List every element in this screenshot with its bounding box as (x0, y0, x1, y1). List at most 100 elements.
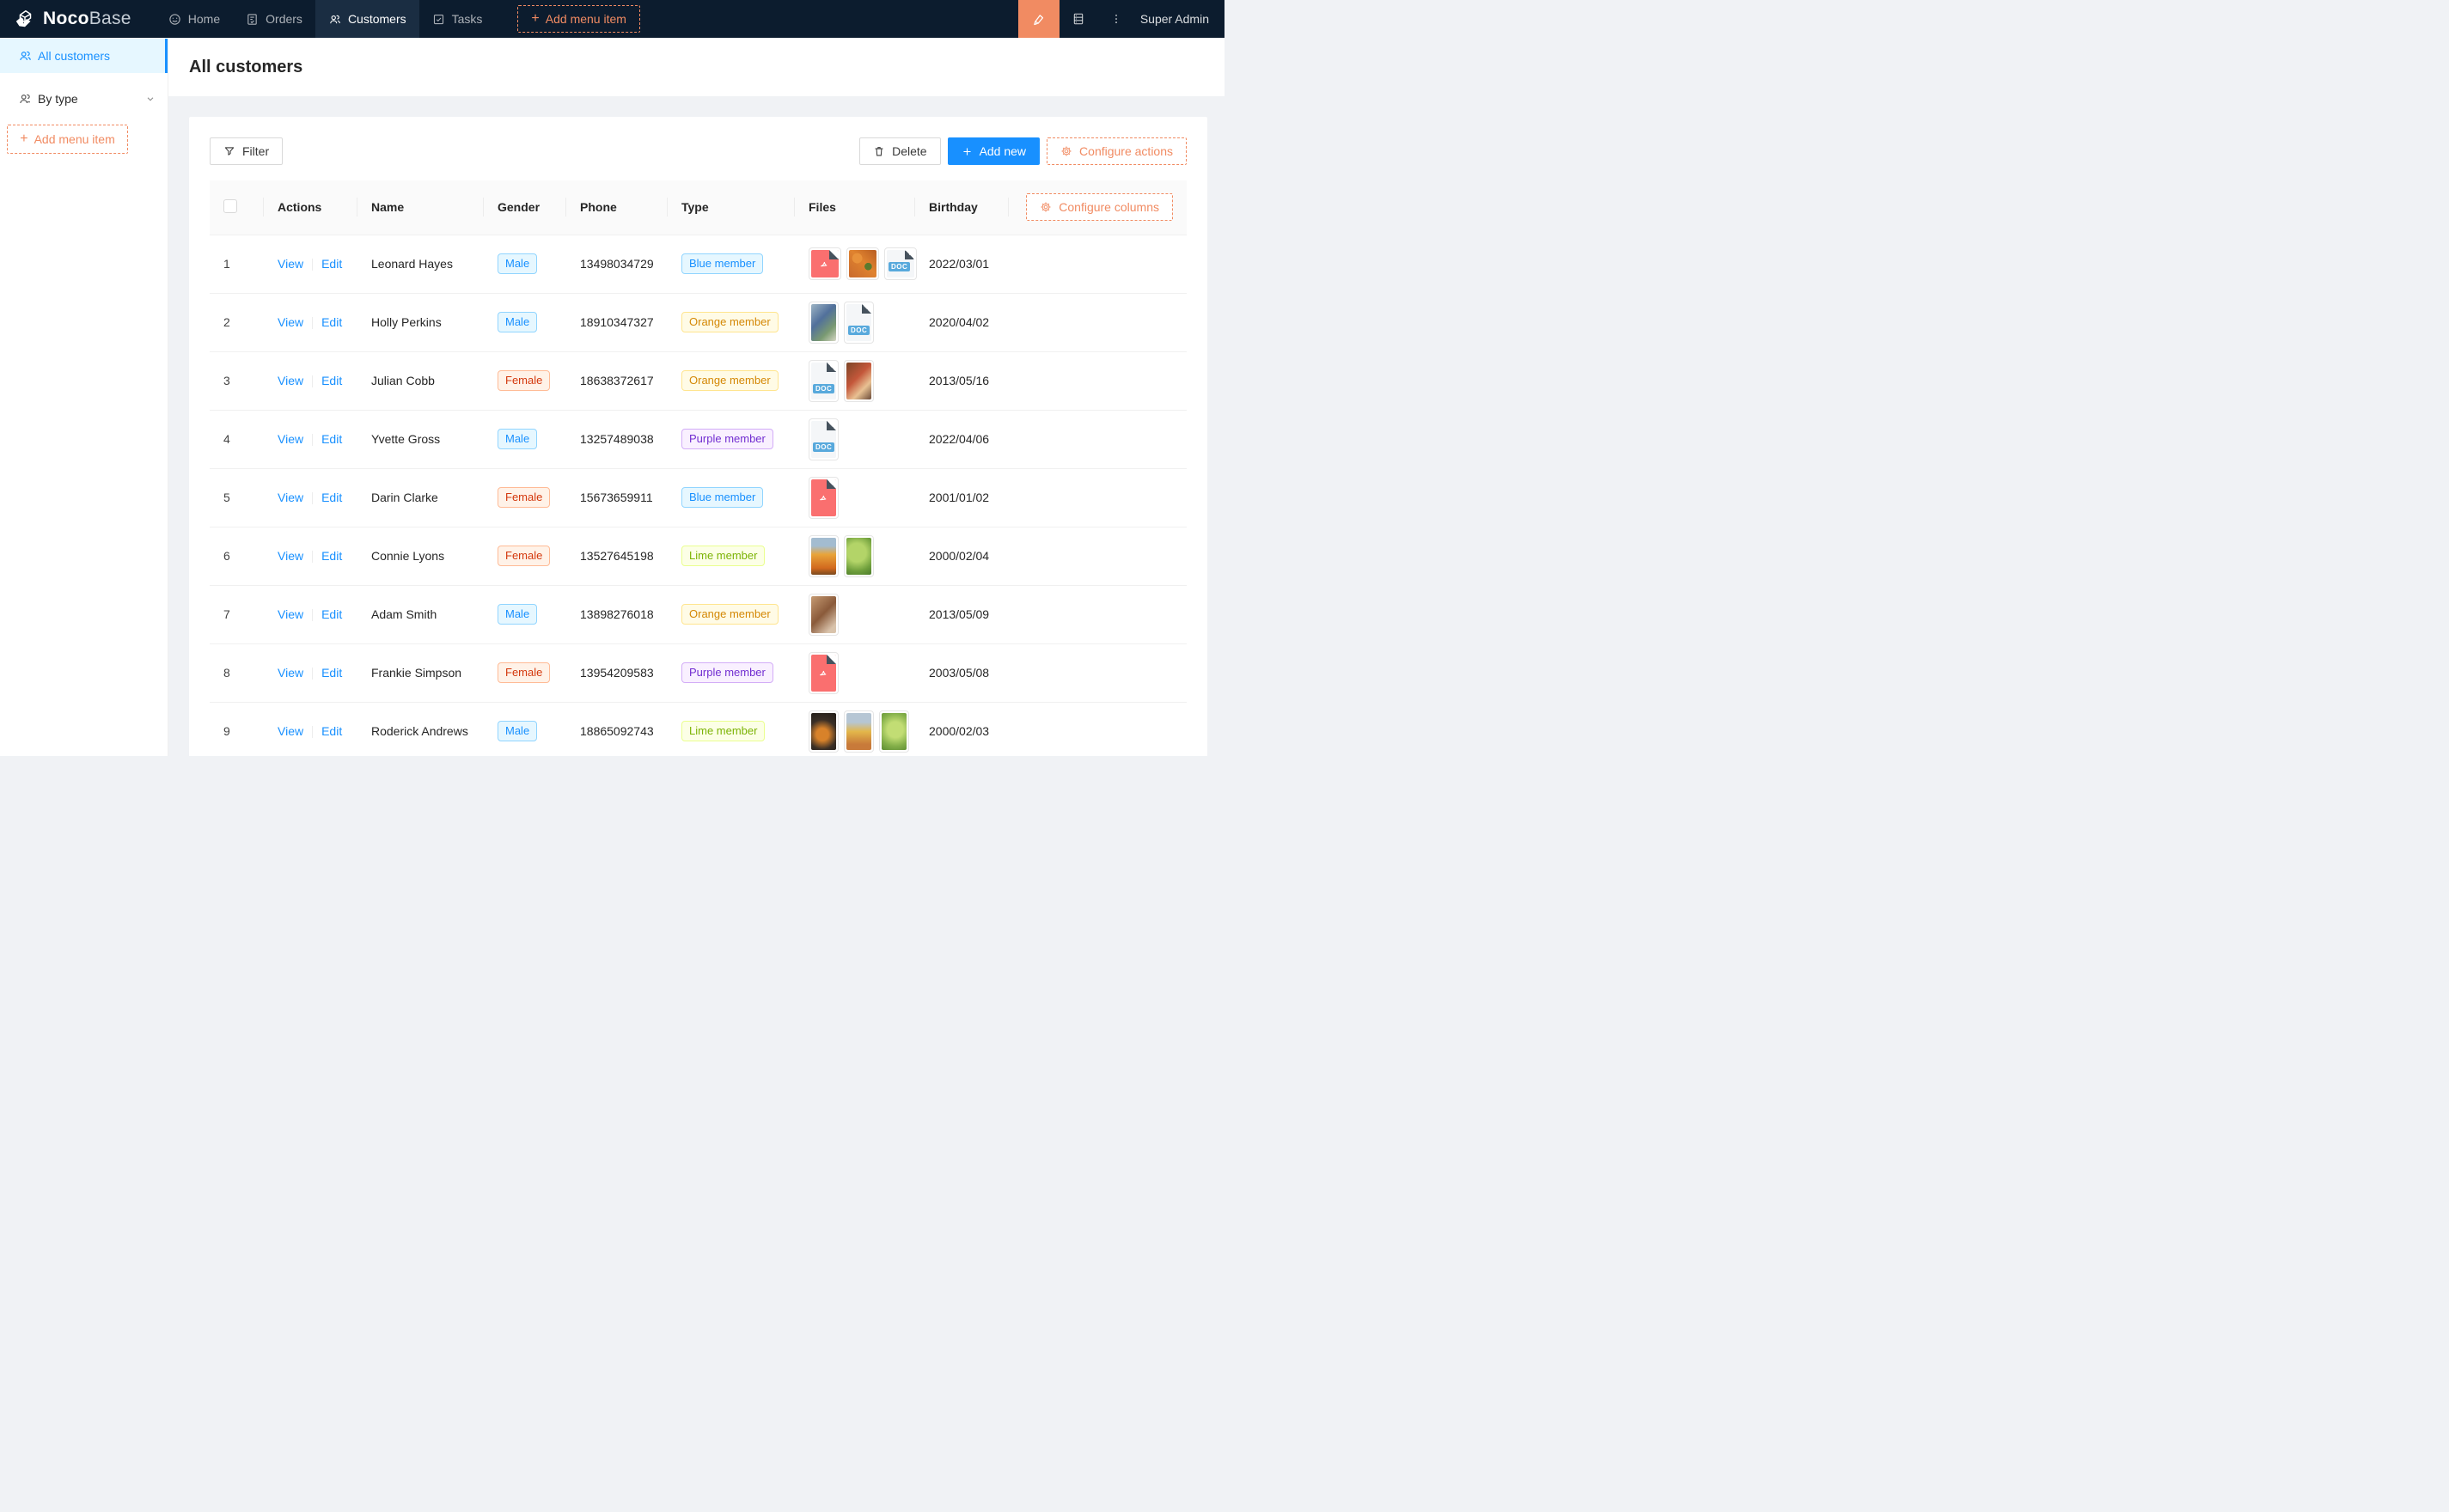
photo-thumbnail[interactable] (809, 710, 839, 753)
sidebar-item-label: By type (38, 92, 78, 106)
table-card: Filter Delete Add new (189, 117, 1207, 756)
table-row: 2 ViewEdit Holly Perkins Male 1891034732… (210, 293, 1187, 351)
name-cell: Connie Lyons (357, 527, 484, 585)
edit-link[interactable]: Edit (321, 315, 342, 329)
pdf-file-icon[interactable] (809, 247, 841, 280)
user-menu[interactable]: Super Admin (1135, 0, 1224, 38)
link-divider (312, 668, 313, 680)
edit-link[interactable]: Edit (321, 491, 342, 504)
nav-item-label: Customers (348, 12, 406, 26)
edit-link[interactable]: Edit (321, 724, 342, 738)
plus-icon: + (20, 131, 27, 147)
nocobase-logo[interactable]: NocoBase (0, 0, 156, 38)
row-index: 5 (223, 491, 230, 504)
name-cell: Frankie Simpson (357, 643, 484, 702)
logo-text-light: Base (89, 9, 131, 29)
photo-thumbnail[interactable] (809, 535, 839, 577)
row-index: 6 (223, 549, 230, 563)
configure-columns-button[interactable]: Configure columns (1026, 193, 1173, 221)
page-header: All customers (168, 38, 1224, 96)
view-link[interactable]: View (278, 491, 303, 504)
link-divider (312, 609, 313, 621)
photo-thumbnail[interactable] (844, 710, 874, 753)
row-index: 8 (223, 666, 230, 680)
link-divider (312, 726, 313, 738)
delete-button[interactable]: Delete (859, 137, 940, 165)
more-options-button[interactable] (1097, 0, 1135, 38)
photo-thumbnail[interactable] (846, 247, 879, 280)
sidebar-item-label: All customers (38, 49, 110, 63)
view-link[interactable]: View (278, 607, 303, 621)
edit-link[interactable]: Edit (321, 549, 342, 563)
gender-tag: Female (498, 370, 550, 391)
sidebar: All customers By type + Add menu item (0, 38, 168, 756)
birthday-cell: 2013/05/16 (915, 351, 1009, 410)
phone-cell: 18865092743 (566, 702, 668, 756)
table-row: 6 ViewEdit Connie Lyons Female 135276451… (210, 527, 1187, 585)
view-link[interactable]: View (278, 724, 303, 738)
view-link[interactable]: View (278, 315, 303, 329)
gender-tag: Male (498, 721, 537, 741)
edit-link[interactable]: Edit (321, 374, 342, 387)
column-header-actions: Actions (264, 180, 357, 235)
view-link[interactable]: View (278, 257, 303, 271)
select-all-checkbox[interactable] (223, 199, 237, 213)
gender-tag: Male (498, 604, 537, 625)
edit-link[interactable]: Edit (321, 666, 342, 680)
view-link[interactable]: View (278, 549, 303, 563)
configure-columns-label: Configure columns (1059, 200, 1159, 214)
ui-editor-button[interactable] (1018, 0, 1060, 38)
row-index: 9 (223, 724, 230, 738)
navbar-add-menu-item-button[interactable]: + Add menu item (517, 5, 640, 33)
sidebar-item-all-customers[interactable]: All customers (0, 39, 168, 73)
doc-file-icon[interactable]: DOC (809, 360, 839, 402)
nav-item-home[interactable]: Home (156, 0, 233, 38)
gender-tag: Male (498, 253, 537, 274)
filter-button[interactable]: Filter (210, 137, 283, 165)
doc-file-icon[interactable]: DOC (884, 247, 917, 280)
nav-item-customers[interactable]: Customers (315, 0, 419, 38)
pdf-file-icon[interactable] (809, 652, 839, 694)
name-cell: Leonard Hayes (357, 235, 484, 293)
table-row: 4 ViewEdit Yvette Gross Male 13257489038… (210, 410, 1187, 468)
sidebar-add-menu-item-button[interactable]: + Add menu item (7, 125, 128, 154)
phone-cell: 13498034729 (566, 235, 668, 293)
photo-thumbnail[interactable] (809, 302, 839, 344)
view-link[interactable]: View (278, 666, 303, 680)
birthday-cell: 2020/04/02 (915, 293, 1009, 351)
sidebar-item-by-type[interactable]: By type (0, 82, 168, 116)
table-row: 7 ViewEdit Adam Smith Male 13898276018 O… (210, 585, 1187, 643)
table-row: 9 ViewEdit Roderick Andrews Male 1886509… (210, 702, 1187, 756)
edit-link[interactable]: Edit (321, 432, 342, 446)
type-tag: Purple member (681, 429, 773, 449)
type-tag: Orange member (681, 312, 779, 332)
add-new-button[interactable]: Add new (948, 137, 1040, 165)
type-tag: Orange member (681, 604, 779, 625)
configure-actions-button[interactable]: Configure actions (1047, 137, 1187, 165)
birthday-cell: 2000/02/03 (915, 702, 1009, 756)
photo-thumbnail[interactable] (879, 710, 909, 753)
photo-thumbnail[interactable] (844, 360, 874, 402)
top-navbar: NocoBase Home Orders Customers Tasks + A… (0, 0, 1224, 38)
doc-file-icon[interactable]: DOC (809, 418, 839, 460)
link-divider (312, 434, 313, 446)
database-icon-button[interactable] (1060, 0, 1097, 38)
view-link[interactable]: View (278, 432, 303, 446)
add-menu-item-label: Add menu item (546, 12, 626, 26)
nav-item-label: Home (188, 12, 220, 26)
files-cell: DOC (795, 293, 915, 351)
gender-tag: Female (498, 546, 550, 566)
edit-link[interactable]: Edit (321, 257, 342, 271)
nav-item-orders[interactable]: Orders (233, 0, 315, 38)
photo-thumbnail[interactable] (844, 535, 874, 577)
row-index: 3 (223, 374, 230, 387)
file-done-icon (246, 13, 259, 26)
nav-item-tasks[interactable]: Tasks (419, 0, 496, 38)
column-header-gender: Gender (484, 180, 566, 235)
view-link[interactable]: View (278, 374, 303, 387)
pdf-file-icon[interactable] (809, 477, 839, 519)
photo-thumbnail[interactable] (809, 594, 839, 636)
edit-link[interactable]: Edit (321, 607, 342, 621)
doc-file-icon[interactable]: DOC (844, 302, 874, 344)
trash-icon (873, 145, 885, 157)
